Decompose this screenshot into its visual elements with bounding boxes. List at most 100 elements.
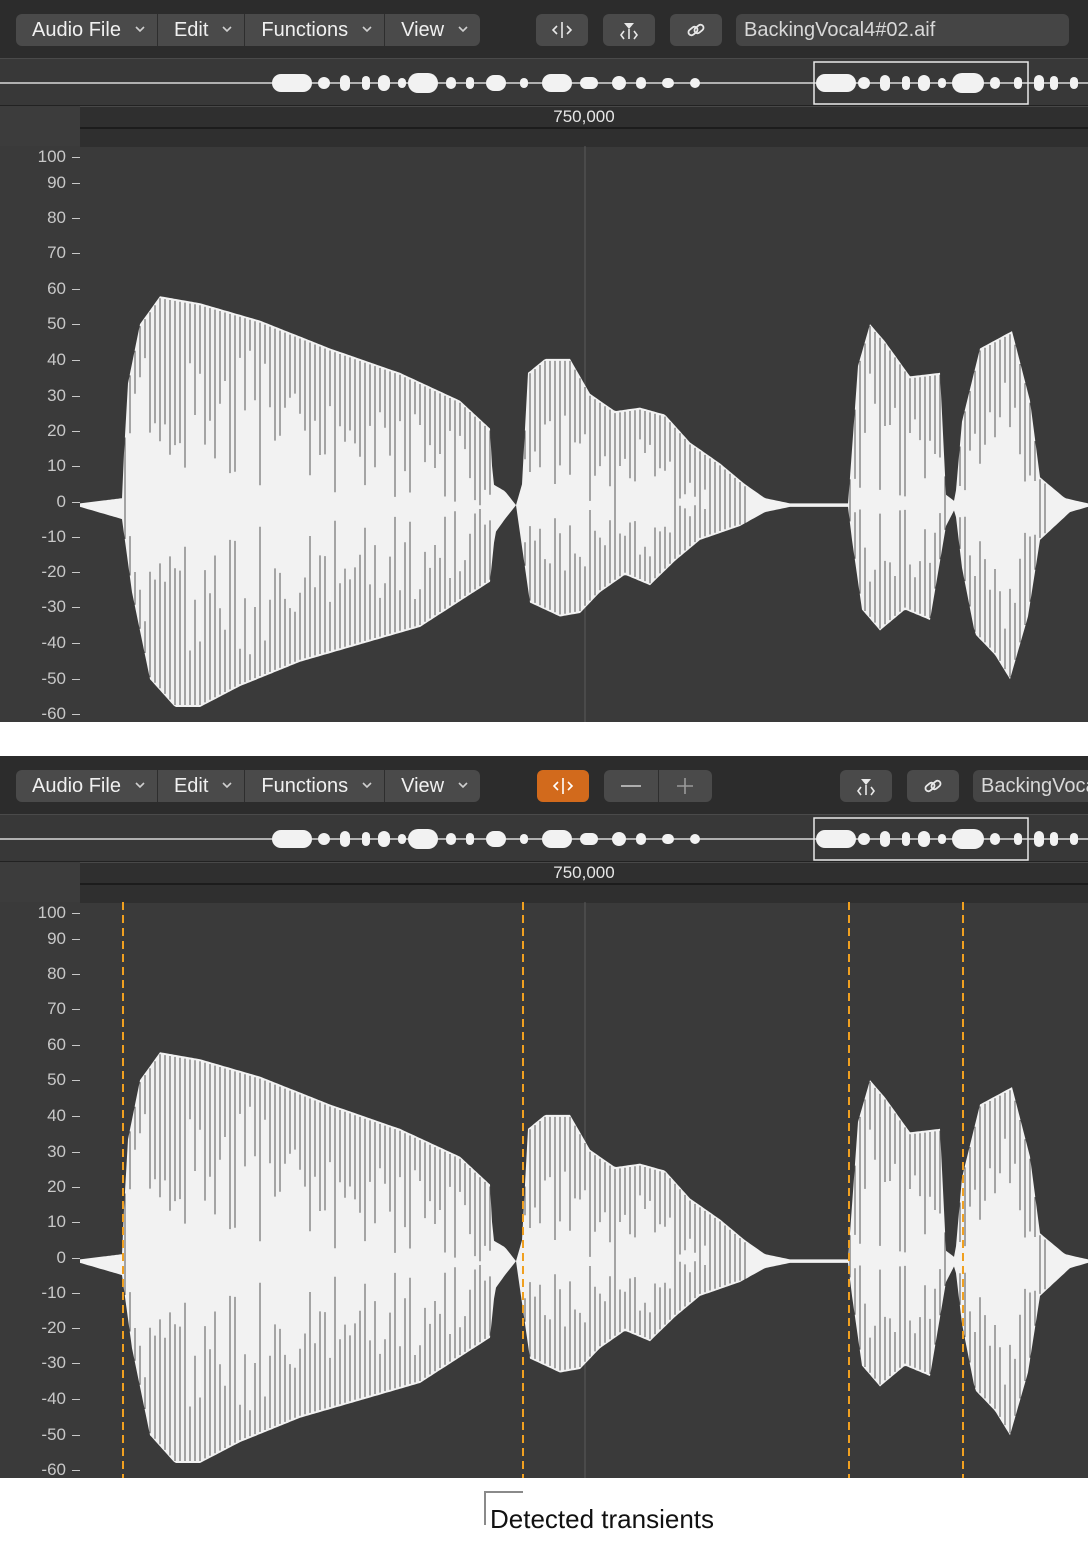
menu-functions[interactable]: Functions <box>245 770 386 802</box>
overview-segment <box>938 78 946 88</box>
menubar: Audio File Edit Functions View <box>16 770 481 802</box>
overview-strip[interactable] <box>0 58 1088 106</box>
y-tick-label: 60 <box>47 1035 66 1054</box>
ruler-corner <box>0 106 80 146</box>
y-tick-label: 30 <box>47 1142 66 1161</box>
overview-segment <box>408 73 438 93</box>
marker-button[interactable] <box>840 770 892 802</box>
waveform-display[interactable] <box>80 902 1088 1478</box>
menubar: Audio File Edit Functions View <box>16 14 481 46</box>
overview-segment <box>446 833 456 845</box>
overview-segment <box>880 75 890 91</box>
y-tick-label: -10 <box>41 527 66 546</box>
filename-text: BackingVocal4#02.aif <box>744 19 936 41</box>
overview-segment <box>398 834 406 844</box>
overview-segment <box>858 77 870 89</box>
y-tick-label: 80 <box>47 208 66 227</box>
overview-segment <box>362 832 370 846</box>
link-button[interactable] <box>907 770 959 802</box>
y-tick-label: 100 <box>37 147 66 166</box>
waveform-body <box>80 296 1088 707</box>
callout-label: Detected transients <box>490 1504 715 1534</box>
y-tick-mark <box>72 466 80 467</box>
overview-segment <box>466 833 474 845</box>
amplitude-axis: 100 90 80 70 60 50 40 30 20 10 0 -10 -20… <box>0 146 80 722</box>
menu-label: Edit <box>173 18 209 41</box>
waveform-body <box>80 1052 1088 1463</box>
y-tick-label: -60 <box>41 704 66 723</box>
menu-audio-file[interactable]: Audio File <box>16 14 158 46</box>
y-tick-mark <box>72 1399 80 1400</box>
callout-line-vertical <box>484 1491 486 1525</box>
menu-view[interactable]: View <box>385 14 480 46</box>
overview-segment <box>690 78 700 88</box>
y-tick-mark <box>72 1293 80 1294</box>
y-tick-label: 30 <box>47 386 66 405</box>
y-tick-label: 50 <box>47 314 66 333</box>
overview-segment <box>340 75 350 91</box>
ruler-baseline <box>80 883 1088 885</box>
overview-segment <box>378 75 390 91</box>
y-tick-mark <box>72 572 80 573</box>
y-tick-mark <box>72 502 80 503</box>
filename-field[interactable]: BackingVocal4#02.aif <box>736 14 1069 46</box>
chevron-down-icon <box>222 26 232 33</box>
ruler-label: 750,000 <box>553 107 615 126</box>
filename-field[interactable]: BackingVocal4#02.aif <box>973 770 1088 802</box>
y-tick-label: 90 <box>47 173 66 192</box>
menu-functions[interactable]: Functions <box>245 14 386 46</box>
overview-segment <box>902 832 910 846</box>
add-transients-button[interactable] <box>659 770 713 802</box>
marker-icon <box>857 779 875 796</box>
menu-label: View <box>401 774 445 797</box>
y-tick-mark <box>72 1435 80 1436</box>
ruler-corner <box>0 862 80 902</box>
transient-edit-button-active[interactable] <box>537 770 589 802</box>
menu-view[interactable]: View <box>385 770 480 802</box>
y-tick-label: 0 <box>56 492 66 511</box>
ruler[interactable]: 750,000 <box>80 862 1088 903</box>
transient-edit-button[interactable] <box>536 14 588 46</box>
y-tick-mark <box>72 974 80 975</box>
overview-segment <box>520 78 528 88</box>
chevron-down-icon <box>222 782 232 789</box>
overview-segment <box>662 78 674 88</box>
overview-segment <box>1034 75 1044 91</box>
overview-segment <box>466 77 474 89</box>
remove-transients-button[interactable] <box>604 770 659 802</box>
y-tick-mark <box>72 913 80 914</box>
overview-segment <box>1014 833 1022 845</box>
y-tick-mark <box>72 607 80 608</box>
overview-segment <box>880 831 890 847</box>
y-tick-mark <box>72 537 80 538</box>
overview-segment <box>486 831 506 847</box>
y-tick-label: 70 <box>47 243 66 262</box>
overview-segment <box>272 74 312 92</box>
toolbar: Audio File Edit Functions View BackingVo… <box>0 0 1088 58</box>
overview-segment <box>612 76 626 90</box>
marker-button[interactable] <box>603 14 655 46</box>
overview-strip[interactable] <box>0 814 1088 862</box>
y-tick-label: -10 <box>41 1283 66 1302</box>
y-tick-label: -20 <box>41 1318 66 1337</box>
overview-segment <box>1034 831 1044 847</box>
overview-segment <box>378 831 390 847</box>
overview-segment <box>662 834 674 844</box>
y-tick-label: 10 <box>47 1212 66 1231</box>
overview-segment <box>580 833 598 845</box>
overview-segment <box>952 829 984 849</box>
waveform-display[interactable] <box>80 146 1088 722</box>
marker-icon <box>620 23 638 40</box>
link-button[interactable] <box>670 14 722 46</box>
menu-label: Audio File <box>32 774 121 797</box>
overview-waveform <box>0 61 1088 105</box>
overview-segment <box>1070 77 1078 89</box>
ruler-label: 750,000 <box>553 863 615 882</box>
y-tick-mark <box>72 396 80 397</box>
ruler[interactable]: 750,000 <box>80 106 1088 147</box>
sample-editor-panel-bottom: Audio File Edit Functions View BackingVo… <box>0 756 1088 1478</box>
y-tick-mark <box>72 1328 80 1329</box>
menu-edit[interactable]: Edit <box>158 770 246 802</box>
menu-edit[interactable]: Edit <box>158 14 246 46</box>
menu-audio-file[interactable]: Audio File <box>16 770 158 802</box>
